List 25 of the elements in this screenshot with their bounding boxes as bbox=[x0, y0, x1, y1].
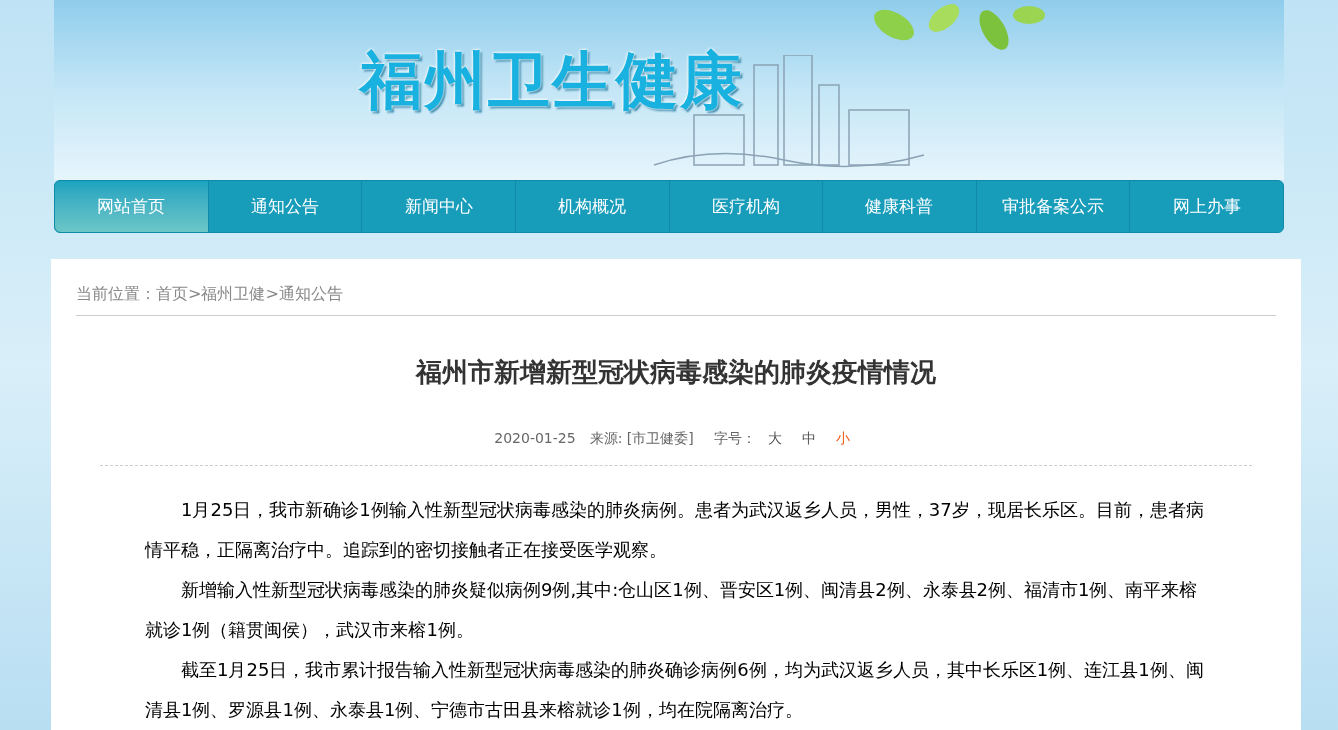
article-paragraph: 截至1月25日，我市累计报告输入性新型冠状病毒感染的肺炎确诊病例6例，均为武汉返乡人员，其中长乐区1例、连江县1例、闽清县1例、罗源县1例、永泰县1例、宁德市古田县来榕就诊1例，均在院隔离治疗。 bbox=[145, 658, 1205, 722]
breadcrumb-link[interactable]: 首页 bbox=[156, 282, 188, 306]
article-paragraph: 新增输入性新型冠状病毒感染的肺炎疑似病例9例,其中:仓山区1例、晋安区1例、闽清县2例、永泰县2例、福清市1例、南平来榕就诊1例（籍贯闽侯），武汉市来榕1例。 bbox=[145, 578, 1199, 642]
font-size-option[interactable]: 大 bbox=[767, 428, 782, 449]
article-source: 来源: [市卫健委] bbox=[589, 429, 694, 448]
nav-link[interactable]: 机构概况 bbox=[515, 181, 670, 232]
nav-link[interactable]: 网上办事 bbox=[1130, 181, 1283, 232]
font-size-option[interactable]: 小 bbox=[835, 428, 850, 449]
font-size-option[interactable]: 中 bbox=[801, 428, 816, 449]
breadcrumb-label: 当前位置： bbox=[76, 283, 156, 305]
font-size-label: 字号： bbox=[713, 429, 756, 448]
nav-link[interactable]: 通知公告 bbox=[208, 181, 363, 232]
publish-date: 2020-01-25 bbox=[494, 429, 576, 448]
article-paragraph: 1月25日，我市新确诊1例输入性新型冠状病毒感染的肺炎病例。患者为武汉返乡人员，男性，37岁，现居长乐区。目前，患者病情平稳，正隔离治疗中。追踪到的密切接触者正在接受医学观察。 bbox=[145, 498, 1205, 562]
breadcrumb-separator: > bbox=[265, 283, 279, 305]
nav-link[interactable]: 医疗机构 bbox=[669, 181, 824, 232]
site-logo: 福州卫生健康 bbox=[360, 44, 744, 117]
article-title: 福州市新增新型冠状病毒感染的肺炎疫情情况 bbox=[414, 356, 937, 389]
nav-link[interactable]: 新闻中心 bbox=[362, 181, 516, 232]
nav-link[interactable]: 网站首页 bbox=[55, 181, 209, 232]
breadcrumb-separator: > bbox=[188, 283, 202, 305]
breadcrumb-link[interactable]: 通知公告 bbox=[278, 282, 343, 306]
nav-link[interactable]: 健康科普 bbox=[823, 181, 977, 232]
nav-link[interactable]: 审批备案公示 bbox=[976, 181, 1131, 232]
breadcrumb-link[interactable]: 福州卫健 bbox=[201, 282, 266, 306]
